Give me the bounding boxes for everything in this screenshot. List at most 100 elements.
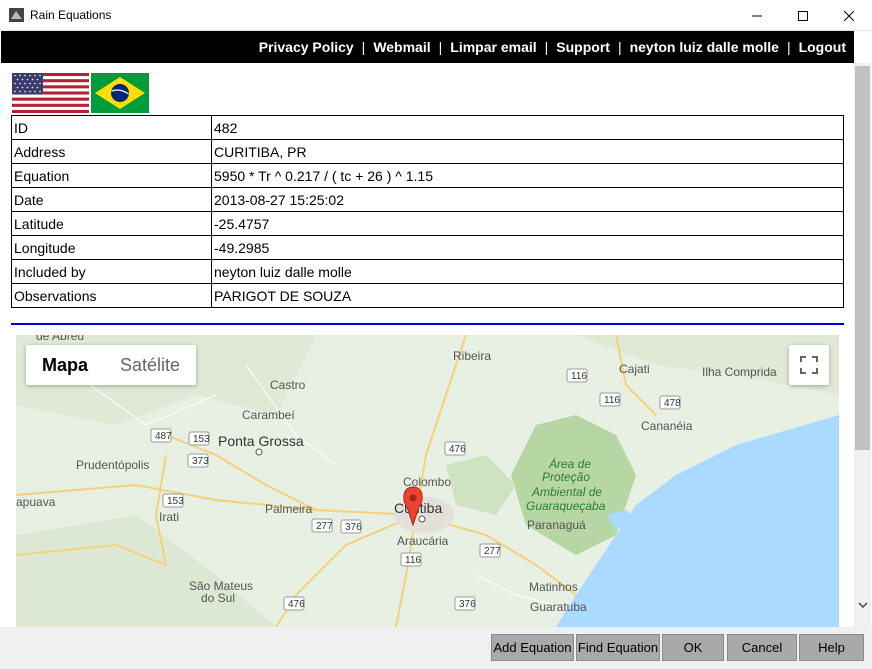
scrollbar-thumb[interactable] — [855, 66, 870, 450]
nav-separator: | — [361, 39, 366, 55]
map-label-matinhos: Matinhos — [529, 580, 578, 594]
record-table: ID 482 Address CURITIBA, PR Equation 595… — [11, 115, 844, 308]
us-flag-icon[interactable] — [12, 73, 89, 113]
top-nav: Privacy Policy | Webmail | Limpar email … — [1, 31, 854, 63]
table-row: Observations PARIGOT DE SOUZA — [11, 283, 844, 308]
row-label: Date — [11, 187, 212, 212]
add-equation-button[interactable]: Add Equation — [491, 634, 574, 661]
map-label-paranagua: Paranaguá — [527, 518, 586, 532]
map-type-control: Mapa Satélite — [26, 345, 197, 385]
close-icon — [844, 10, 854, 21]
map-label-irati: Irati — [159, 510, 179, 524]
nav-separator: | — [617, 39, 622, 55]
table-row: Latitude -25.4757 — [11, 211, 844, 236]
row-value: PARIGOT DE SOUZA — [211, 283, 844, 308]
shield-label: 116 — [405, 555, 421, 566]
nav-logout[interactable]: Logout — [799, 39, 846, 55]
shield-label: 153 — [193, 434, 210, 445]
shield-label: 277 — [316, 521, 333, 532]
find-equation-button[interactable]: Find Equation — [576, 634, 660, 661]
fullscreen-icon — [800, 356, 818, 374]
row-value: neyton luiz dalle molle — [211, 259, 844, 284]
window-titlebar[interactable]: Rain Equations — [0, 0, 872, 31]
row-label: Observations — [11, 283, 212, 308]
map-label-area-2: Proteção — [542, 470, 590, 484]
shield-label: 476 — [449, 444, 466, 455]
row-label: Longitude — [11, 235, 212, 260]
brazil-flag-icon[interactable] — [91, 73, 149, 113]
shield-label: 116 — [571, 371, 587, 382]
map-label-cajati: Cajati — [619, 362, 650, 376]
row-label: Address — [11, 139, 212, 164]
dialog-button-bar: Add Equation Find Equation OK Cancel Hel… — [0, 627, 872, 669]
map-view[interactable]: de Abreu Ribeira Cajati Ilha Comprida Ca… — [16, 335, 839, 627]
map-label-do-sul: do Sul — [201, 591, 235, 605]
row-label: ID — [11, 115, 212, 140]
vertical-scrollbar[interactable] — [854, 63, 871, 627]
shield-label: 277 — [484, 546, 501, 557]
shield-label: 487 — [155, 431, 172, 442]
app-icon — [9, 8, 24, 22]
cancel-button[interactable]: Cancel — [727, 634, 797, 661]
shield-label: 376 — [459, 599, 476, 610]
nav-user-name[interactable]: neyton luiz dalle molle — [630, 39, 779, 55]
nav-separator: | — [544, 39, 549, 55]
map-type-satellite-button[interactable]: Satélite — [104, 345, 196, 385]
close-button[interactable] — [826, 0, 872, 31]
ok-button[interactable]: OK — [662, 634, 724, 661]
row-value: -49.2985 — [211, 235, 844, 260]
shield-label: 476 — [288, 599, 305, 610]
chevron-down-icon — [857, 602, 868, 609]
shield-label: 153 — [167, 496, 184, 507]
table-row: Included by neyton luiz dalle molle — [11, 259, 844, 284]
map-label-carambei: Carambeí — [242, 408, 295, 422]
map-type-map-button[interactable]: Mapa — [26, 345, 104, 385]
shield-label: 373 — [192, 456, 209, 467]
shield-label: 376 — [345, 522, 362, 533]
minimize-icon — [752, 15, 762, 16]
maximize-icon — [798, 10, 808, 21]
divider — [11, 323, 844, 325]
table-row: Equation 5950 * Tr ^ 0.217 / ( tc + 26 )… — [11, 163, 844, 188]
window-title: Rain Equations — [30, 8, 112, 22]
row-value: 2013-08-27 15:25:02 — [211, 187, 844, 212]
nav-privacy-policy[interactable]: Privacy Policy — [259, 39, 354, 55]
table-row: Address CURITIBA, PR — [11, 139, 844, 164]
map-label-area-1: Área de — [548, 456, 591, 471]
row-label: Included by — [11, 259, 212, 284]
map-label-abreu: de Abreu — [36, 335, 84, 343]
map-label-ponta-grossa: Ponta Grossa — [218, 433, 304, 449]
shield-label: 478 — [664, 398, 681, 409]
map-label-castro: Castro — [270, 378, 306, 392]
nav-separator: | — [786, 39, 791, 55]
table-row: Date 2013-08-27 15:25:02 — [11, 187, 844, 212]
help-button[interactable]: Help — [799, 634, 864, 661]
row-value: 482 — [211, 115, 844, 140]
map-label-ilha-comprida: Ilha Comprida — [702, 365, 777, 379]
map-label-guaratuba: Guaratuba — [530, 600, 587, 614]
nav-webmail[interactable]: Webmail — [373, 39, 430, 55]
row-value: 5950 * Tr ^ 0.217 / ( tc + 26 ) ^ 1.15 — [211, 163, 844, 188]
minimize-button[interactable] — [734, 0, 780, 31]
nav-limpar-email[interactable]: Limpar email — [450, 39, 536, 55]
map-label-area-3: Ambiental de — [531, 485, 602, 499]
shield-label: 116 — [604, 395, 620, 406]
main-content: ID 482 Address CURITIBA, PR Equation 595… — [1, 63, 854, 627]
map-label-araucaria: Araucária — [397, 534, 449, 548]
scroll-down-button[interactable] — [854, 597, 871, 614]
maximize-button[interactable] — [780, 0, 826, 31]
map-label-area-4: Guaraqueçaba — [526, 499, 606, 513]
row-label: Latitude — [11, 211, 212, 236]
map-label-cananeia: Cananéia — [641, 419, 693, 433]
nav-separator: | — [438, 39, 443, 55]
map-label-palmeira: Palmeira — [265, 502, 313, 516]
map-label-apuava: apuava — [16, 495, 56, 509]
row-label: Equation — [11, 163, 212, 188]
table-row: Longitude -49.2985 — [11, 235, 844, 260]
row-value: CURITIBA, PR — [211, 139, 844, 164]
fullscreen-button[interactable] — [789, 345, 829, 385]
row-value: -25.4757 — [211, 211, 844, 236]
table-row: ID 482 — [11, 115, 844, 140]
map-label-ribeira: Ribeira — [453, 349, 491, 363]
nav-support[interactable]: Support — [556, 39, 610, 55]
